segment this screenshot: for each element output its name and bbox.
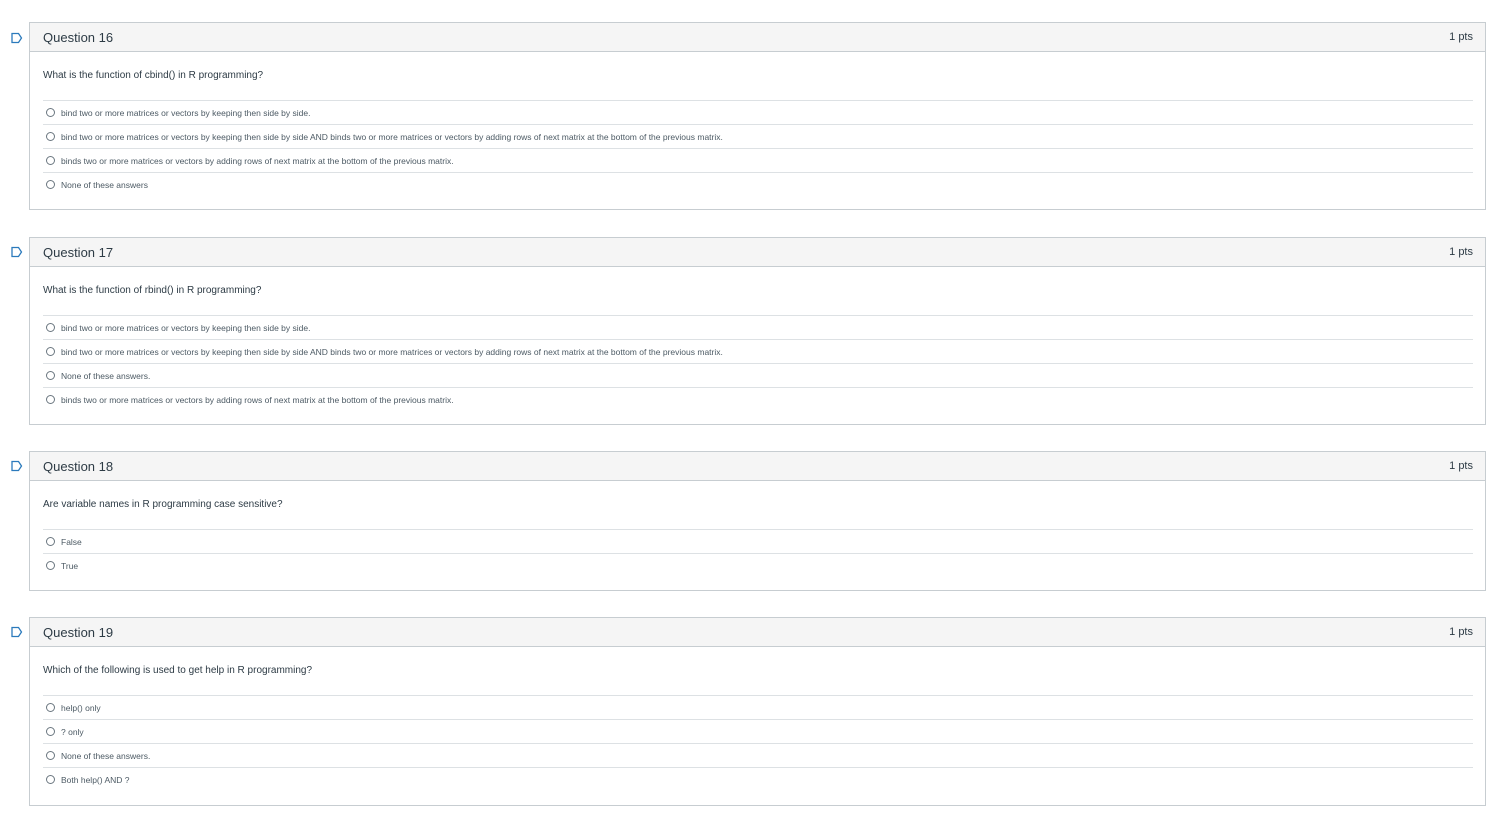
radio-button[interactable] — [46, 347, 55, 356]
question-18: Question 18 1 pts Are variable names in … — [29, 451, 1486, 591]
answer-list: bind two or more matrices or vectors by … — [43, 100, 1473, 196]
answer-option[interactable]: None of these answers. — [43, 364, 1473, 388]
radio-button[interactable] — [46, 775, 55, 784]
answer-label: binds two or more matrices or vectors by… — [61, 394, 454, 405]
radio-button[interactable] — [46, 108, 55, 117]
radio-button[interactable] — [46, 751, 55, 760]
answer-list: False True — [43, 529, 1473, 577]
flag-question-17-icon[interactable] — [11, 245, 23, 258]
question-body: Which of the following is used to get he… — [30, 647, 1485, 791]
answer-option[interactable]: True — [43, 554, 1473, 577]
question-points: 1 pts — [1449, 31, 1473, 43]
question-header: Question 16 1 pts — [30, 23, 1485, 52]
question-title: Question 17 — [43, 244, 114, 260]
radio-button[interactable] — [46, 132, 55, 141]
flag-question-16-icon[interactable] — [11, 31, 23, 44]
answer-label: bind two or more matrices or vectors by … — [61, 131, 723, 142]
question-title: Question 16 — [43, 29, 114, 45]
question-title: Question 19 — [43, 624, 114, 640]
answer-option[interactable]: bind two or more matrices or vectors by … — [43, 316, 1473, 340]
flag-question-19-icon[interactable] — [11, 625, 23, 638]
question-16: Question 16 1 pts What is the function o… — [29, 22, 1486, 210]
question-body: What is the function of rbind() in R pro… — [30, 267, 1485, 411]
question-prompt: What is the function of rbind() in R pro… — [43, 285, 262, 296]
radio-button[interactable] — [46, 703, 55, 712]
question-prompt: What is the function of cbind() in R pro… — [43, 70, 264, 81]
radio-button[interactable] — [46, 561, 55, 570]
question-header: Question 19 1 pts — [30, 618, 1485, 647]
question-title: Question 18 — [43, 458, 114, 474]
question-body: Are variable names in R programming case… — [30, 481, 1485, 577]
radio-button[interactable] — [46, 323, 55, 332]
question-17: Question 17 1 pts What is the function o… — [29, 237, 1486, 425]
question-prompt: Are variable names in R programming case… — [43, 499, 283, 510]
question-points: 1 pts — [1449, 626, 1473, 638]
answer-label: False — [61, 536, 82, 547]
answer-label: None of these answers — [61, 179, 148, 190]
answer-option[interactable]: False — [43, 530, 1473, 554]
answer-label: ? only — [61, 726, 84, 737]
radio-button[interactable] — [46, 395, 55, 404]
answer-label: Both help() AND ? — [61, 774, 130, 785]
question-header: Question 18 1 pts — [30, 452, 1485, 481]
answer-list: help() only ? only None of these answers… — [43, 695, 1473, 791]
answer-label: help() only — [61, 702, 101, 713]
answer-label: bind two or more matrices or vectors by … — [61, 322, 311, 333]
answer-option[interactable]: help() only — [43, 696, 1473, 720]
radio-button[interactable] — [46, 371, 55, 380]
answer-label: binds two or more matrices or vectors by… — [61, 155, 454, 166]
question-points: 1 pts — [1449, 460, 1473, 472]
answer-option[interactable]: Both help() AND ? — [43, 768, 1473, 791]
question-19: Question 19 1 pts Which of the following… — [29, 617, 1486, 806]
flag-question-18-icon[interactable] — [11, 459, 23, 472]
question-body: What is the function of cbind() in R pro… — [30, 52, 1485, 196]
question-header: Question 17 1 pts — [30, 238, 1485, 267]
answer-option[interactable]: bind two or more matrices or vectors by … — [43, 125, 1473, 149]
answer-label: None of these answers. — [61, 750, 151, 761]
answer-option[interactable]: binds two or more matrices or vectors by… — [43, 388, 1473, 411]
answer-option[interactable]: bind two or more matrices or vectors by … — [43, 101, 1473, 125]
answer-option[interactable]: None of these answers — [43, 173, 1473, 196]
radio-button[interactable] — [46, 537, 55, 546]
quiz-page: Question 16 1 pts What is the function o… — [0, 0, 1504, 816]
answer-label: bind two or more matrices or vectors by … — [61, 107, 311, 118]
question-points: 1 pts — [1449, 246, 1473, 258]
answer-option[interactable]: binds two or more matrices or vectors by… — [43, 149, 1473, 173]
answer-list: bind two or more matrices or vectors by … — [43, 315, 1473, 411]
radio-button[interactable] — [46, 727, 55, 736]
answer-option[interactable]: None of these answers. — [43, 744, 1473, 768]
answer-label: True — [61, 560, 79, 571]
question-prompt: Which of the following is used to get he… — [43, 665, 313, 676]
answer-label: None of these answers. — [61, 370, 151, 381]
answer-option[interactable]: bind two or more matrices or vectors by … — [43, 340, 1473, 364]
radio-button[interactable] — [46, 180, 55, 189]
answer-label: bind two or more matrices or vectors by … — [61, 346, 723, 357]
radio-button[interactable] — [46, 156, 55, 165]
answer-option[interactable]: ? only — [43, 720, 1473, 744]
